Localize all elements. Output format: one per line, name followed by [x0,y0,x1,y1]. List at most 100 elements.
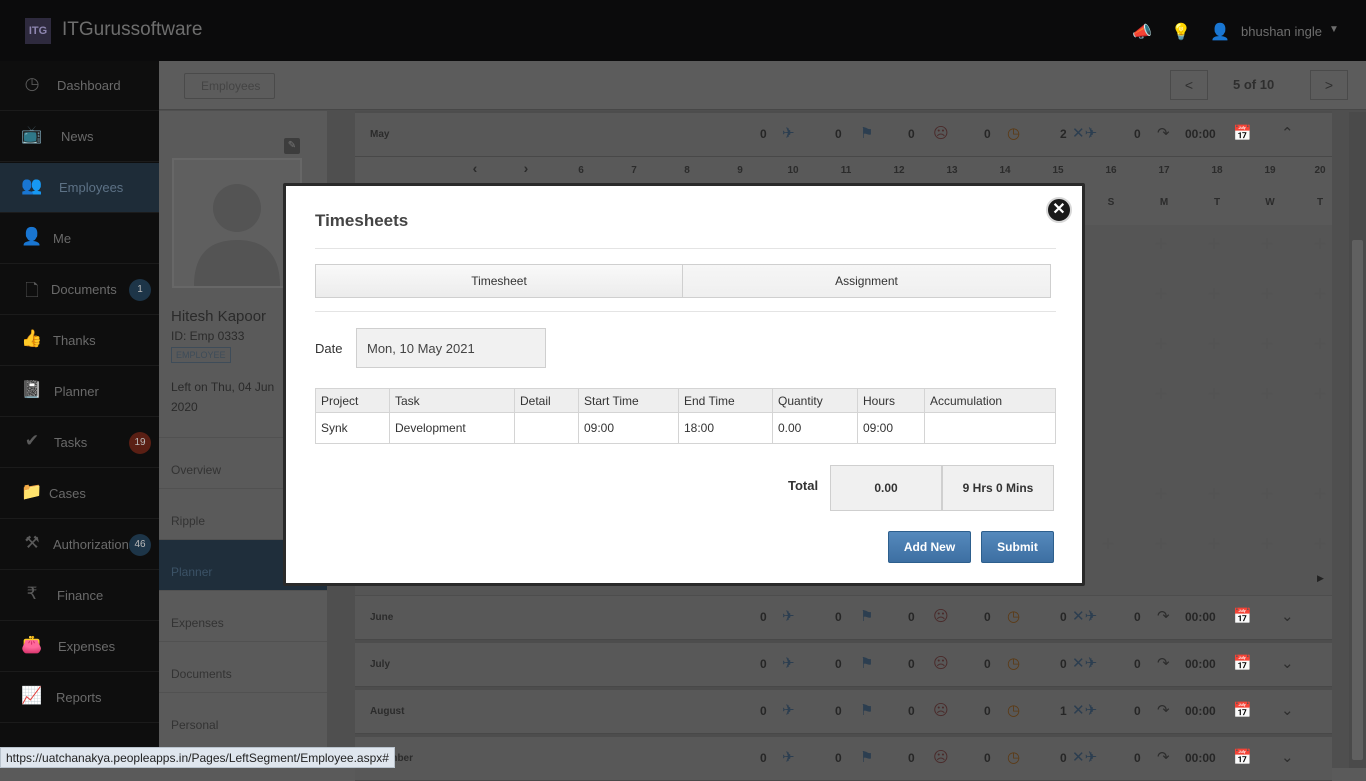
rupee-icon: ₹ [26,584,38,603]
gavel-icon: ⚒ [24,533,40,552]
chevron-down-icon[interactable]: ⌄ [1281,748,1294,766]
add-cell-plus[interactable]: + [1310,231,1330,257]
chevron-right-icon[interactable]: › [516,160,536,176]
employee-id: ID: Emp 0333 [171,329,245,343]
add-new-button[interactable]: Add New [888,531,971,563]
add-cell-plus[interactable]: + [1151,381,1171,407]
no-travel-icon: ✕✈ [1072,655,1098,672]
folder-icon: 📁 [21,482,43,501]
scroll-right-arrow[interactable]: ▶ [1317,573,1324,584]
prev-page-button[interactable]: < [1170,70,1208,100]
sidebar-item-thanks[interactable]: 👍 Thanks [0,316,159,366]
chevron-down-icon[interactable]: ⌄ [1281,607,1294,625]
calendar-icon[interactable]: 📅 [1233,748,1252,766]
chevron-left-icon[interactable]: ‹ [465,160,485,176]
add-cell-plus[interactable]: + [1310,531,1330,557]
month-row-august[interactable]: August 0 ✈ 0 ⚑ 0 ☹ 0 ◷ 1 ✕✈ 0 ↷ 00:00 📅 … [355,690,1332,734]
calendar-icon[interactable]: 📅 [1233,701,1252,719]
holiday-count: 0 [835,704,842,718]
add-cell-plus[interactable]: + [1257,481,1277,507]
add-cell-plus[interactable]: + [1204,381,1224,407]
tab-timesheet[interactable]: Timesheet [315,264,683,298]
add-cell-plus[interactable]: + [1151,331,1171,357]
sidebar-item-employees[interactable]: 👥 Employees [0,163,159,213]
add-cell-plus[interactable]: + [1257,231,1277,257]
profile-tab-expenses[interactable]: Expenses [159,590,327,641]
calendar-icon[interactable]: 📅 [1233,654,1252,672]
sidebar-item-label: Cases [49,486,86,501]
chevron-up-icon[interactable]: ⌃ [1281,124,1294,142]
add-cell-plus[interactable]: + [1257,331,1277,357]
add-cell-plus[interactable]: + [1204,481,1224,507]
user-icon[interactable]: 👤 [1209,22,1231,41]
sidebar-item-planner[interactable]: 📓 Planner [0,367,159,417]
add-cell-plus[interactable]: + [1204,531,1224,557]
add-cell-plus[interactable]: + [1151,231,1171,257]
total-hours: 9 Hrs 0 Mins [942,465,1054,511]
add-cell-plus[interactable]: + [1257,381,1277,407]
next-page-button[interactable]: > [1310,70,1348,100]
sick-count: 0 [908,127,915,141]
tab-assignment[interactable]: Assignment [682,264,1051,298]
add-cell-plus[interactable]: + [1257,281,1277,307]
sidebar-item-documents[interactable]: 🗋 Documents 1 [0,265,159,315]
add-cell-plus[interactable]: + [1204,231,1224,257]
add-cell-plus[interactable]: + [1310,331,1330,357]
sad-face-icon: ☹ [933,608,949,625]
breadcrumb-employees[interactable]: Employees [184,73,276,99]
absence-count: 0 [1060,751,1067,765]
add-cell-plus[interactable]: + [1310,381,1330,407]
sidebar-item-label: Finance [57,588,104,603]
sidebar-item-news[interactable]: 📺 News [0,112,159,162]
sidebar-item-tasks[interactable]: ✔ Tasks 19 [0,418,159,468]
tv-icon: 📺 [21,125,43,144]
add-cell-plus[interactable]: + [1204,281,1224,307]
vertical-scrollbar[interactable] [1349,112,1366,768]
month-row-may[interactable]: May 0 ✈ 0 ⚑ 0 ☹ 0 ◷ 2 ✕✈ 0 ↷ 00:00 📅 ⌃ [355,113,1332,157]
megaphone-icon[interactable]: 📣 [1131,22,1153,41]
lightbulb-icon[interactable]: 💡 [1170,22,1192,41]
add-cell-plus[interactable]: + [1204,331,1224,357]
user-menu[interactable]: bhushan ingle [1241,24,1322,39]
date-field[interactable] [356,328,546,368]
travel-count: 0 [760,751,767,765]
add-cell-plus[interactable]: + [1098,531,1118,557]
scrollbar-thumb[interactable] [1352,240,1363,760]
table-header-row: Project Task Detail Start Time End Time … [315,388,1056,413]
sidebar-item-expenses[interactable]: 👛 Expenses [0,622,159,672]
add-cell-plus[interactable]: + [1310,281,1330,307]
column-header: Accumulation [924,388,1056,413]
add-cell-plus[interactable]: + [1151,531,1171,557]
sidebar-item-reports[interactable]: 📈 Reports [0,673,159,723]
month-row-september[interactable]: ember 0 ✈ 0 ⚑ 0 ☹ 0 ◷ 0 ✕✈ 0 ↷ 00:00 📅 ⌄ [355,737,1332,781]
sidebar-item-label: Planner [54,384,99,399]
submit-button[interactable]: Submit [981,531,1054,563]
cell-accumulation [924,412,1056,444]
calendar-icon[interactable]: 📅 [1233,124,1252,142]
month-row-july[interactable]: July 0 ✈ 0 ⚑ 0 ☹ 0 ◷ 0 ✕✈ 0 ↷ 00:00 📅 ⌄ [355,643,1332,687]
sidebar-item-me[interactable]: 👤 Me [0,214,159,264]
calendar-icon[interactable]: 📅 [1233,607,1252,625]
add-cell-plus[interactable]: + [1257,531,1277,557]
close-icon[interactable]: ✕ [1046,197,1072,223]
date-label: Date [315,341,343,356]
chevron-down-icon[interactable]: ⌄ [1281,654,1294,672]
sick-count: 0 [908,610,915,624]
sidebar: ◷ Dashboard 📺 News 👥 Employees 👤 Me 🗋 Do… [0,61,159,768]
sidebar-item-finance[interactable]: ₹ Finance [0,571,159,621]
documents-badge: 1 [129,279,151,301]
profile-tab-personal[interactable]: Personal [159,692,327,743]
add-cell-plus[interactable]: + [1310,481,1330,507]
sidebar-item-authorizations[interactable]: ⚒ Authorizations 46 [0,520,159,570]
month-row-june[interactable]: June 0 ✈ 0 ⚑ 0 ☹ 0 ◷ 0 ✕✈ 0 ↷ 00:00 📅 ⌄ [355,596,1332,640]
sidebar-item-dashboard[interactable]: ◷ Dashboard [0,61,159,111]
add-cell-plus[interactable]: + [1151,281,1171,307]
chevron-down-icon[interactable]: ⌄ [1281,701,1294,719]
profile-tab-documents[interactable]: Documents [159,641,327,692]
caret-down-icon[interactable]: ▼ [1329,24,1339,35]
sidebar-item-label: Thanks [53,333,96,348]
sidebar-item-cases[interactable]: 📁 Cases [0,469,159,519]
add-cell-plus[interactable]: + [1151,481,1171,507]
table-row[interactable]: Synk Development 09:00 18:00 0.00 09:00 [315,412,1056,444]
edit-icon[interactable]: ✎ [284,138,300,154]
